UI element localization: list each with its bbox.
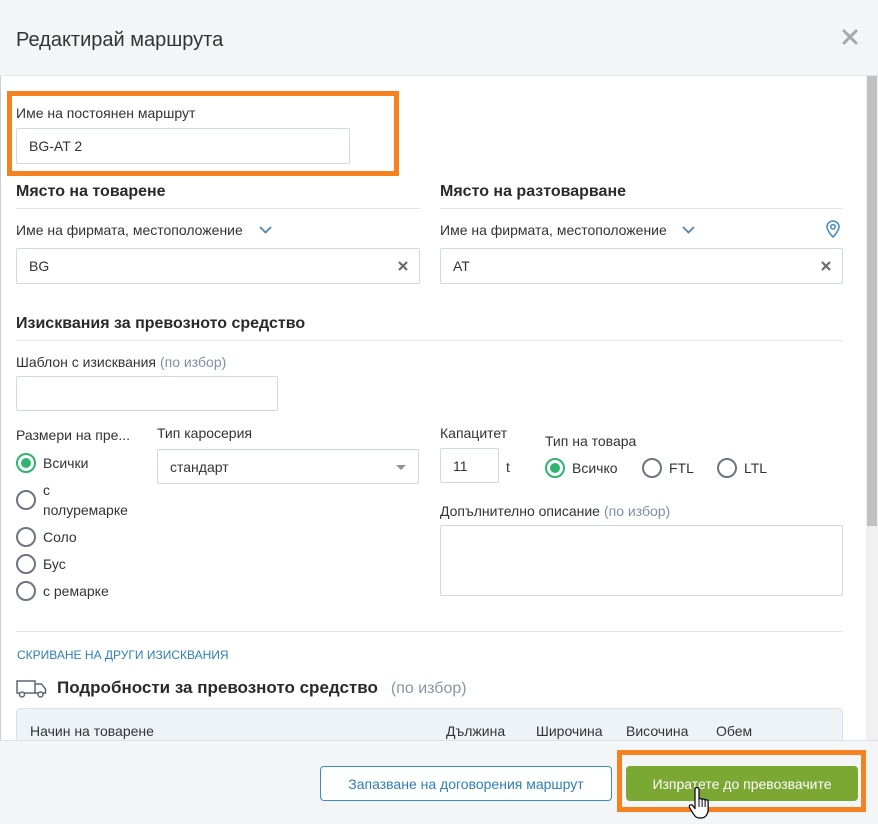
vehicle-details-header: Подробности за превозното средство (по и… <box>57 678 467 699</box>
vehicle-size-label: Размери на пре... <box>16 427 131 443</box>
radio-label: Соло <box>43 529 77 545</box>
truck-icon <box>16 679 47 698</box>
divider <box>16 631 843 632</box>
radio-label: FTL <box>669 460 694 476</box>
radio-button[interactable] <box>16 581 36 601</box>
radio-label: с ремарке <box>43 583 109 599</box>
save-route-button[interactable]: Запазване на договорения маршрут <box>320 766 612 801</box>
loading-place-heading: Място на товарене <box>16 183 166 200</box>
template-label-text: Шаблон с изисквания <box>16 354 157 370</box>
vehicle-details-heading: Подробности за превозното средство <box>57 678 378 697</box>
radio-size-van[interactable]: Бус <box>16 554 128 574</box>
radio-label: LTL <box>744 460 768 476</box>
column-header: Обем <box>716 723 753 739</box>
radio-button[interactable] <box>16 554 36 574</box>
highlight-box-send <box>617 750 866 812</box>
body-type-label: Тип каросерия <box>157 425 252 441</box>
requirements-heading: Изисквания за превозното средство <box>16 315 306 332</box>
cargo-type-label: Тип на товара <box>545 433 637 449</box>
radio-button[interactable] <box>16 453 36 473</box>
radio-label: с полуремарке <box>43 482 128 518</box>
radio-button[interactable] <box>642 458 662 478</box>
location-pin-icon[interactable] <box>826 220 840 238</box>
unloading-company-label: Име на фирмата, местоположение <box>440 222 667 238</box>
column-header: Начин на товарене <box>30 723 154 739</box>
body-type-value: стандарт <box>170 458 229 475</box>
radio-size-trailer[interactable]: с ремарке <box>16 581 128 601</box>
hide-requirements-link[interactable]: СКРИВАНЕ НА ДРУГИ ИЗИСКВАНИЯ <box>17 647 229 663</box>
capacity-label: Капацитет <box>440 425 508 441</box>
radio-button[interactable] <box>545 458 565 478</box>
radio-size-solo[interactable]: Соло <box>16 527 128 547</box>
caret-down-icon <box>396 465 406 470</box>
radio-size-semitrailer[interactable]: с полуремарке <box>16 480 128 520</box>
unloading-place-input[interactable] <box>440 248 843 284</box>
edit-route-dialog: Редактирай маршрута Име на постоянен мар… <box>0 0 878 824</box>
dialog-title: Редактирай маршрута <box>16 29 224 51</box>
close-icon[interactable] <box>841 28 859 46</box>
radio-button[interactable] <box>717 458 737 478</box>
capacity-unit: t <box>506 459 510 475</box>
radio-label: Всичко <box>572 460 618 476</box>
radio-label: Всички <box>43 455 89 471</box>
template-label: Шаблон с изисквания (по избор) <box>16 353 226 371</box>
column-header: Височина <box>626 723 689 739</box>
loading-place-input[interactable] <box>16 248 420 284</box>
loading-company-label: Име на фирмата, местоположение <box>16 222 243 238</box>
column-header: Широчина <box>536 723 603 739</box>
optional-hint: (по избор) <box>160 354 227 370</box>
radio-cargo-all[interactable]: Всичко <box>545 458 618 478</box>
optional-hint: (по избор) <box>603 503 671 519</box>
highlight-box-route-name <box>7 91 399 176</box>
body-type-select[interactable]: стандарт <box>157 449 419 484</box>
unloading-place-heading: Място на разтоварване <box>440 183 627 200</box>
dialog-edge <box>0 0 1 824</box>
divider <box>16 208 420 209</box>
description-label: Допълнително описание (по избор) <box>440 502 670 520</box>
chevron-down-icon[interactable] <box>259 225 272 234</box>
radio-size-all[interactable]: Всички <box>16 453 128 473</box>
divider <box>440 208 843 209</box>
clear-icon[interactable] <box>820 260 832 272</box>
column-header: Дължина <box>446 723 506 739</box>
radio-button[interactable] <box>16 490 36 510</box>
radio-cargo-ftl[interactable]: FTL <box>642 458 694 478</box>
chevron-down-icon[interactable] <box>682 225 695 234</box>
description-label-text: Допълнително описание <box>440 503 600 519</box>
vehicle-size-options: Всички с полуремарке Соло Бус с ремарке <box>16 453 128 601</box>
optional-hint: (по избор) <box>390 680 467 697</box>
hand-pointer-icon <box>688 786 712 821</box>
radio-cargo-ltl[interactable]: LTL <box>717 458 767 478</box>
dialog-header: Редактирай маршрута <box>0 0 878 76</box>
radio-button[interactable] <box>16 527 36 547</box>
description-textarea[interactable] <box>440 525 843 596</box>
requirements-template-input[interactable] <box>16 376 278 411</box>
divider <box>16 340 843 341</box>
scrollbar-thumb[interactable] <box>867 76 877 526</box>
clear-icon[interactable] <box>397 260 409 272</box>
dialog-footer: Запазване на договорения маршрут Изпрате… <box>0 740 878 824</box>
capacity-input[interactable] <box>440 448 499 483</box>
radio-label: Бус <box>43 556 66 572</box>
